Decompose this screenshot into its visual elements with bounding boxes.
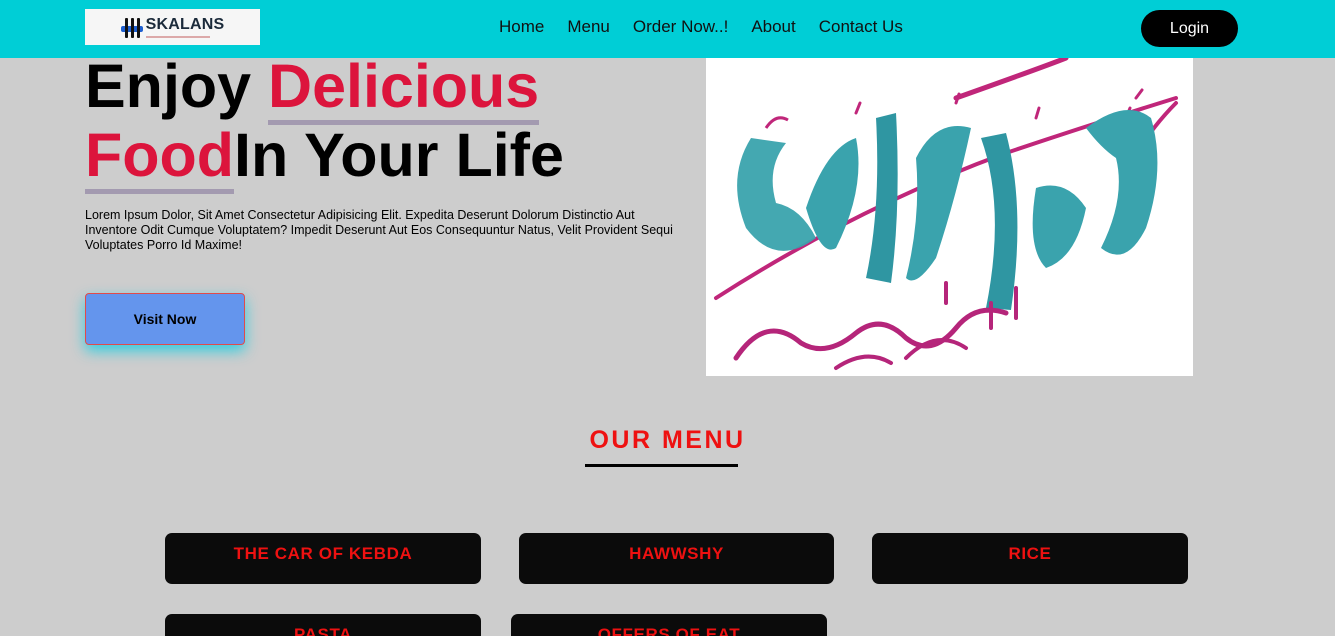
hero-title-part1: Enjoy bbox=[85, 52, 269, 120]
menu-card-label: OFFERS OF EAT bbox=[597, 625, 741, 636]
site-logo[interactable]: SKALANS bbox=[85, 9, 260, 45]
our-menu-title: OUR MENU bbox=[589, 426, 746, 454]
navbar: SKALANS Home Menu Order Now..! About Con… bbox=[0, 0, 1335, 58]
menu-card-label: RICE bbox=[1008, 544, 1052, 563]
fork-knife-icon bbox=[120, 16, 143, 38]
menu-card-label: HAWWSHY bbox=[629, 544, 724, 563]
calligraphy-artwork bbox=[714, 58, 1178, 370]
nav-link-order-now[interactable]: Order Now..! bbox=[633, 17, 728, 37]
visit-now-button[interactable]: Visit Now bbox=[85, 293, 245, 345]
login-button[interactable]: Login bbox=[1141, 10, 1238, 47]
hero-title: Enjoy Delicious FoodIn Your Life bbox=[85, 52, 685, 194]
hero-title-part2: In Your Life bbox=[234, 121, 564, 189]
hero-title-highlight-delicious: Delicious bbox=[268, 52, 540, 125]
menu-card-rice[interactable]: RICE bbox=[872, 533, 1188, 584]
logo-text: SKALANS bbox=[145, 15, 225, 33]
logo-tagline-decoration bbox=[145, 35, 210, 38]
menu-card-label: PASTA bbox=[293, 625, 353, 636]
nav-links: Home Menu Order Now..! About Contact Us bbox=[499, 17, 926, 37]
menu-title-underline bbox=[585, 464, 738, 467]
menu-card-the-car-of-kebda[interactable]: THE CAR OF KEBDA bbox=[165, 533, 481, 584]
nav-link-home[interactable]: Home bbox=[499, 17, 544, 37]
menu-card-hawwshy[interactable]: HAWWSHY bbox=[519, 533, 834, 584]
hero-description: Lorem Ipsum Dolor, Sit Amet Consectetur … bbox=[85, 208, 673, 252]
hero-calligraphy-image bbox=[706, 58, 1193, 376]
hero-title-highlight-food: Food bbox=[85, 121, 235, 194]
nav-link-contact-us[interactable]: Contact Us bbox=[819, 17, 903, 37]
menu-card-pasta[interactable]: PASTA bbox=[165, 614, 481, 636]
menu-card-offers-of-eat[interactable]: OFFERS OF EAT bbox=[511, 614, 827, 636]
nav-link-menu[interactable]: Menu bbox=[567, 17, 610, 37]
nav-link-about[interactable]: About bbox=[751, 17, 795, 37]
menu-card-label: THE CAR OF KEBDA bbox=[233, 544, 413, 563]
